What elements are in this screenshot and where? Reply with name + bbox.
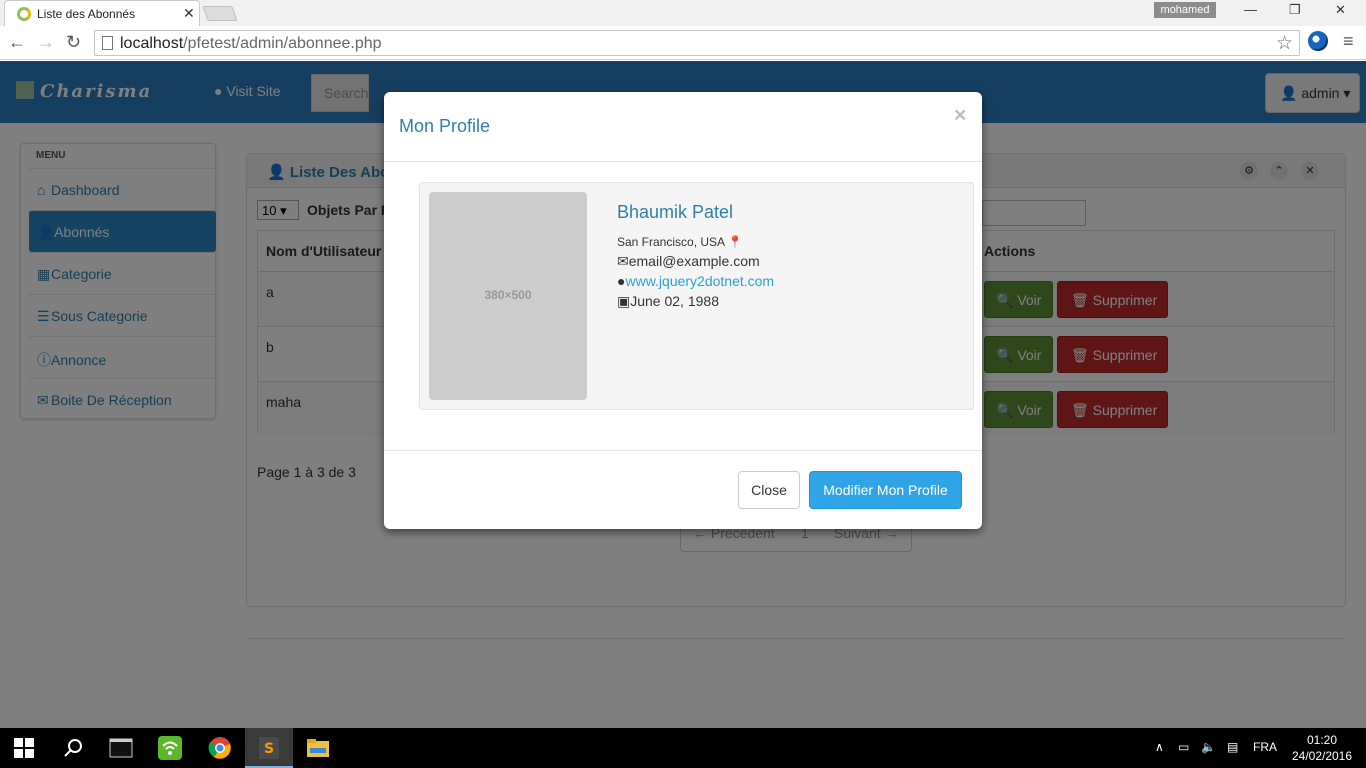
map-marker-icon: 📍 bbox=[727, 235, 743, 249]
window-close-button[interactable]: ✕ bbox=[1335, 2, 1346, 18]
profile-location: San Francisco, USA 📍 bbox=[617, 235, 743, 249]
browser-toolbar: ← → ↻ localhost/pfetest/admin/abonnee.ph… bbox=[0, 26, 1366, 60]
new-tab-button[interactable] bbox=[202, 6, 238, 21]
restore-button[interactable]: ❐ bbox=[1289, 2, 1301, 18]
page-icon bbox=[102, 36, 113, 50]
terminal-icon[interactable] bbox=[109, 736, 133, 760]
profile-name: Bhaumik Patel bbox=[617, 202, 734, 222]
network-icon[interactable]: ▭ bbox=[1178, 740, 1189, 754]
close-button[interactable]: Close bbox=[738, 471, 800, 509]
gift-icon: ▣ bbox=[617, 293, 631, 309]
divider bbox=[384, 161, 982, 162]
language-indicator[interactable]: FRA bbox=[1253, 740, 1277, 754]
minimize-button[interactable]: — bbox=[1244, 2, 1257, 17]
url-text: localhost/pfetest/admin/abonnee.php bbox=[120, 35, 382, 52]
profile-website: ●www.jquery2dotnet.com bbox=[617, 273, 774, 289]
notifications-icon[interactable]: ▤ bbox=[1227, 740, 1238, 754]
tab-close-icon[interactable]: ✕ bbox=[183, 5, 195, 22]
reload-icon[interactable]: ↻ bbox=[66, 32, 81, 53]
extension-icon[interactable] bbox=[1308, 31, 1328, 51]
address-bar[interactable]: localhost/pfetest/admin/abonnee.php ☆ bbox=[94, 30, 1300, 56]
profile-birthday: ▣June 02, 1988 bbox=[617, 293, 719, 309]
browser-tab[interactable]: Liste des Abonnés ✕ bbox=[4, 0, 200, 26]
favicon-icon bbox=[17, 7, 31, 21]
file-explorer-icon[interactable] bbox=[306, 736, 330, 760]
svg-text:S: S bbox=[264, 741, 274, 757]
taskbar: S ∧ ▭ 🔈 ▤ FRA 01:20 24/02/2016 bbox=[0, 728, 1366, 768]
modal-title: Mon Profile bbox=[399, 116, 491, 136]
chrome-menu-icon[interactable]: ≡ bbox=[1343, 31, 1354, 52]
system-clock[interactable]: 01:20 24/02/2016 bbox=[1290, 732, 1354, 764]
bookmark-star-icon[interactable]: ☆ bbox=[1276, 32, 1293, 55]
chevron-up-icon[interactable]: ∧ bbox=[1155, 740, 1164, 754]
tab-title: Liste des Abonnés bbox=[37, 7, 136, 21]
profile-badge[interactable]: mohamed bbox=[1154, 2, 1216, 18]
modal-close-icon[interactable]: × bbox=[954, 104, 966, 128]
profile-modal: Mon Profile × 380×500 Bhaumik Patel San … bbox=[384, 92, 982, 529]
search-icon[interactable] bbox=[62, 736, 86, 760]
windows-start-icon[interactable] bbox=[14, 738, 34, 758]
profile-card: 380×500 Bhaumik Patel San Francisco, USA… bbox=[419, 182, 974, 410]
page: Charisma ● Visit Site Search 👤 admin ▾ M… bbox=[0, 61, 1366, 728]
image-size-label: 380×500 bbox=[484, 288, 532, 302]
volume-icon[interactable]: 🔈 bbox=[1201, 740, 1216, 754]
back-icon[interactable]: ← bbox=[8, 32, 26, 53]
chrome-icon[interactable] bbox=[208, 736, 232, 760]
wifi-app-icon[interactable] bbox=[158, 736, 182, 760]
sublime-text-icon[interactable]: S bbox=[257, 736, 281, 760]
forward-icon[interactable]: → bbox=[37, 32, 55, 53]
modify-profile-button[interactable]: Modifier Mon Profile bbox=[809, 471, 962, 509]
profile-image-placeholder: 380×500 bbox=[429, 192, 587, 400]
profile-email: ✉email@example.com bbox=[617, 253, 760, 269]
envelope-icon: ✉ bbox=[617, 253, 629, 269]
website-link[interactable]: www.jquery2dotnet.com bbox=[625, 273, 774, 289]
browser-tabstrip: Liste des Abonnés ✕ mohamed — ❐ ✕ bbox=[0, 0, 1366, 26]
divider bbox=[384, 450, 982, 451]
